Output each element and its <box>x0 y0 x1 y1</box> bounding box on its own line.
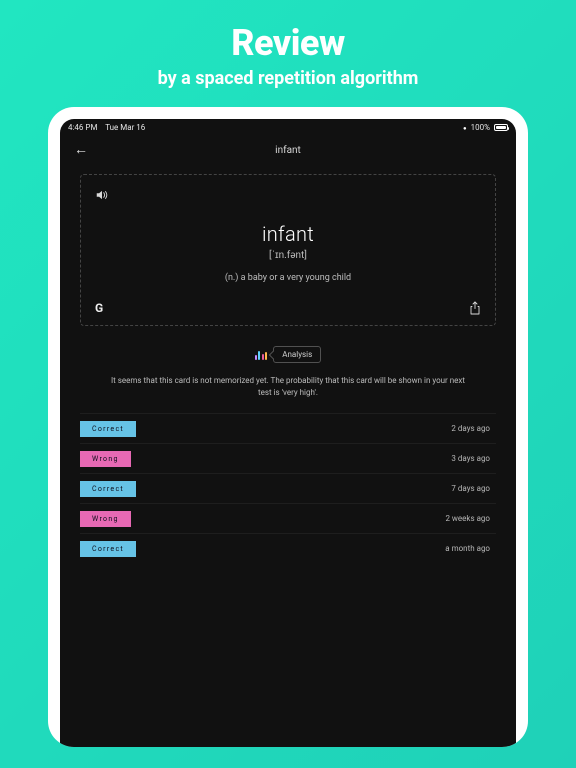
promo-background: Review by a spaced repetition algorithm … <box>0 0 576 768</box>
history-row: Wrong 2 weeks ago <box>80 503 496 533</box>
promo-title: Review <box>231 22 345 64</box>
history-when: 2 weeks ago <box>445 514 490 523</box>
tablet-frame: 4:46 PM Tue Mar 16 100% ← infant <box>48 107 528 747</box>
app-screen: 4:46 PM Tue Mar 16 100% ← infant <box>60 119 516 747</box>
history-when: 3 days ago <box>451 454 490 463</box>
analysis-summary: It seems that this card is not memorized… <box>80 375 496 399</box>
word-block: infant [ˈɪn.fənt] (n.) a baby or a very … <box>95 222 481 283</box>
history-row: Correct 2 days ago <box>80 413 496 443</box>
google-icon[interactable]: G <box>95 301 103 315</box>
status-time: 4:46 PM <box>68 123 97 132</box>
history-when: 2 days ago <box>451 424 490 433</box>
share-icon[interactable] <box>469 301 481 315</box>
card-footer: G <box>95 301 481 315</box>
result-pill-correct: Correct <box>80 481 136 497</box>
history-list: Correct 2 days ago Wrong 3 days ago Correct 7… <box>80 413 496 563</box>
status-bar: 4:46 PM Tue Mar 16 100% <box>60 119 516 136</box>
page-title: infant <box>275 145 301 156</box>
status-date: Tue Mar 16 <box>105 123 145 132</box>
status-right: 100% <box>463 123 508 132</box>
word-ipa: [ˈɪn.fənt] <box>95 250 481 261</box>
wifi-icon <box>463 123 467 132</box>
result-pill-correct: Correct <box>80 541 136 557</box>
word-text: infant <box>95 222 481 246</box>
back-button[interactable]: ← <box>74 143 88 157</box>
content-area: infant [ˈɪn.fənt] (n.) a baby or a very … <box>60 164 516 747</box>
result-pill-wrong: Wrong <box>80 451 131 467</box>
analysis-bars-icon <box>255 350 268 360</box>
history-row: Wrong 3 days ago <box>80 443 496 473</box>
result-pill-correct: Correct <box>80 421 136 437</box>
flashcard: infant [ˈɪn.fənt] (n.) a baby or a very … <box>80 174 496 326</box>
analysis-button[interactable]: Analysis <box>273 346 321 363</box>
promo-subtitle: by a spaced repetition algorithm <box>158 68 419 89</box>
speaker-icon[interactable] <box>95 189 109 204</box>
battery-icon <box>494 124 508 131</box>
history-row: Correct 7 days ago <box>80 473 496 503</box>
result-pill-wrong: Wrong <box>80 511 131 527</box>
status-left: 4:46 PM Tue Mar 16 <box>68 123 145 132</box>
history-when: 7 days ago <box>451 484 490 493</box>
history-row: Correct a month ago <box>80 533 496 563</box>
nav-bar: ← infant <box>60 136 516 164</box>
history-when: a month ago <box>445 544 490 553</box>
battery-percent: 100% <box>471 123 490 132</box>
word-definition: (n.) a baby or a very young child <box>95 273 481 283</box>
analysis-row: Analysis <box>80 346 496 363</box>
